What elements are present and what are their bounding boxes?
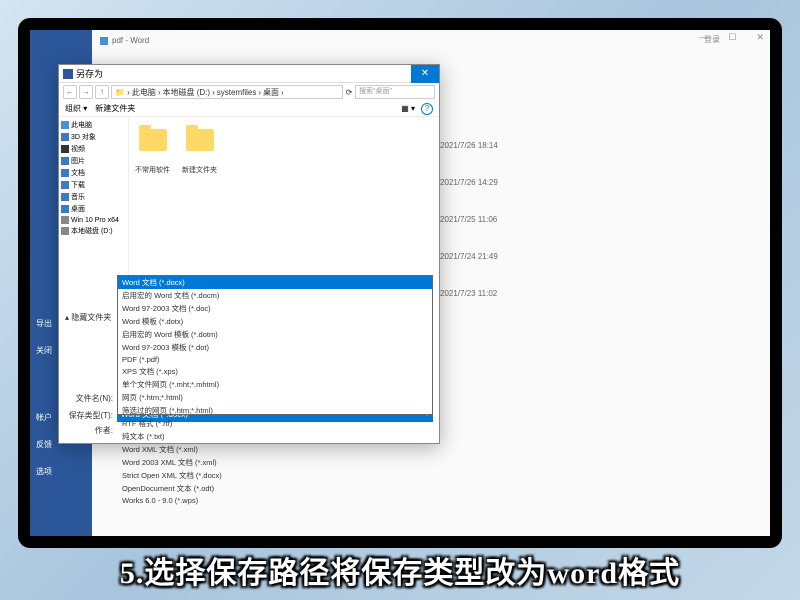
word-title: pdf - Word xyxy=(112,36,149,45)
tree-label: 下载 xyxy=(71,180,85,190)
tree-icon xyxy=(61,181,69,189)
filetype-option[interactable]: Strict Open XML 文档 (*.docx) xyxy=(118,469,432,482)
recent-item[interactable]: 2021/7/25 11:06 xyxy=(440,201,762,238)
breadcrumb-item[interactable]: systemfiles xyxy=(217,88,257,97)
dialog-toolbar: 组织 ▾ 新建文件夹 ▦ ▾ ? xyxy=(59,101,439,117)
tree-icon xyxy=(61,169,69,177)
tree-item[interactable]: 桌面 xyxy=(61,203,126,215)
tree-item[interactable]: 文档 xyxy=(61,167,126,179)
instruction-caption: 5.选择保存路径将保存类型改为word格式 xyxy=(0,548,800,592)
tree-item[interactable]: 下载 xyxy=(61,179,126,191)
word-icon xyxy=(63,69,73,79)
word-doc-icon xyxy=(100,37,108,45)
filetype-option[interactable]: Word 模板 (*.dotx) xyxy=(118,315,432,328)
new-folder-button[interactable]: 新建文件夹 xyxy=(95,103,135,114)
recent-item[interactable]: 2021/7/26 14:29 xyxy=(440,164,762,201)
tree-label: 此电脑 xyxy=(71,120,92,130)
breadcrumb-item[interactable]: 桌面 xyxy=(263,87,279,98)
minimize-button[interactable]: — xyxy=(695,32,712,43)
hide-folders-button[interactable]: ▴ 隐藏文件夹 xyxy=(65,312,111,323)
filetype-option[interactable]: 启用宏的 Word 模板 (*.dotm) xyxy=(118,328,432,341)
tree-item[interactable]: 图片 xyxy=(61,155,126,167)
breadcrumb-item[interactable]: 此电脑 xyxy=(132,87,156,98)
tree-item[interactable]: 本地磁盘 (D:) xyxy=(61,225,126,237)
refresh-button[interactable]: ⟳ xyxy=(345,88,353,97)
save-as-dialog: 另存为 ✕ ← → ↑ 📁 › 此电脑› 本地磁盘 (D:)› systemfi… xyxy=(58,64,440,444)
tree-icon xyxy=(61,193,69,201)
filetype-option[interactable]: Works 6.0 - 9.0 (*.wps) xyxy=(118,495,432,506)
filetype-option[interactable]: 启用宏的 Word 文档 (*.docm) xyxy=(118,289,432,302)
tree-icon xyxy=(61,121,69,129)
filetype-option[interactable]: 网页 (*.htm;*.html) xyxy=(118,391,432,404)
nav-back-button[interactable]: ← xyxy=(63,85,77,99)
recent-item[interactable]: 2021/7/24 21:49 xyxy=(440,238,762,275)
tree-label: 3D 对象 xyxy=(71,132,96,142)
folder-icon xyxy=(139,129,167,151)
tree-icon xyxy=(61,157,69,165)
sidebar-options[interactable]: 选项 xyxy=(30,458,92,485)
nav-up-button[interactable]: ↑ xyxy=(95,85,109,99)
filetype-option[interactable]: PDF (*.pdf) xyxy=(118,354,432,365)
view-button[interactable]: ▦ ▾ xyxy=(401,104,415,113)
recent-item[interactable]: 2021/7/23 11:02 xyxy=(440,275,762,312)
monitor-frame: 导出 关闭 帐户 反馈 选项 pdf - Word 登录 — ☐ ✕ 2021/… xyxy=(18,18,782,548)
folder-label: 新建文件夹 xyxy=(182,165,217,175)
filetype-option[interactable]: OpenDocument 文本 (*.odt) xyxy=(118,482,432,495)
help-button[interactable]: ? xyxy=(421,103,433,115)
folder-icon xyxy=(186,129,214,151)
dialog-nav: ← → ↑ 📁 › 此电脑› 本地磁盘 (D:)› systemfiles› 桌… xyxy=(59,83,439,101)
tree-item[interactable]: 音乐 xyxy=(61,191,126,203)
filetype-option[interactable]: Word 文档 (*.docx) xyxy=(118,276,432,289)
breadcrumb-item[interactable]: 本地磁盘 (D:) xyxy=(163,87,211,98)
tree-item[interactable]: 此电脑 xyxy=(61,119,126,131)
tree-item[interactable]: Win 10 Pro x64 xyxy=(61,215,126,225)
maximize-button[interactable]: ☐ xyxy=(724,32,740,43)
folder-item[interactable]: 不常用软件 xyxy=(135,123,170,175)
tree-icon xyxy=(61,227,69,235)
folder-label: 不常用软件 xyxy=(135,165,170,175)
tree-label: Win 10 Pro x64 xyxy=(71,217,119,224)
folder-item[interactable]: 新建文件夹 xyxy=(182,123,217,175)
tree-label: 本地磁盘 (D:) xyxy=(71,226,113,236)
filetype-option[interactable]: 单个文件网页 (*.mht;*.mhtml) xyxy=(118,378,432,391)
filetype-label: 保存类型(T): xyxy=(65,410,113,421)
recent-item[interactable]: 2021/7/26 18:14 xyxy=(440,127,762,164)
tree-label: 文档 xyxy=(71,168,85,178)
filetype-option[interactable]: XPS 文档 (*.xps) xyxy=(118,365,432,378)
filetype-option[interactable]: Word 2003 XML 文档 (*.xml) xyxy=(118,456,432,469)
dialog-title: 另存为 xyxy=(76,67,103,80)
window-controls: — ☐ ✕ xyxy=(695,32,768,43)
filename-label: 文件名(N): xyxy=(65,393,113,404)
dialog-titlebar: 另存为 ✕ xyxy=(59,65,439,83)
tree-label: 音乐 xyxy=(71,192,85,202)
filetype-option[interactable]: Word 97-2003 模板 (*.dot) xyxy=(118,341,432,354)
tree-label: 图片 xyxy=(71,156,85,166)
tree-item[interactable]: 3D 对象 xyxy=(61,131,126,143)
organize-button[interactable]: 组织 ▾ xyxy=(65,103,87,114)
tree-label: 桌面 xyxy=(71,204,85,214)
recent-files-list: 2021/7/26 18:14 2021/7/26 14:29 2021/7/2… xyxy=(440,127,762,312)
screen: 导出 关闭 帐户 反馈 选项 pdf - Word 登录 — ☐ ✕ 2021/… xyxy=(30,30,770,536)
dialog-close-button[interactable]: ✕ xyxy=(411,65,439,83)
filetype-option[interactable]: Word XML 文档 (*.xml) xyxy=(118,443,432,456)
breadcrumb-item[interactable]: 📁 › xyxy=(115,88,130,97)
filetype-option[interactable]: 筛选过的网页 (*.htm;*.html) xyxy=(118,404,432,417)
search-input[interactable]: 搜索"桌面" xyxy=(355,85,435,99)
word-titlebar: pdf - Word xyxy=(100,34,762,47)
tree-icon xyxy=(61,133,69,141)
filetype-option[interactable]: Word 97-2003 文档 (*.doc) xyxy=(118,302,432,315)
tree-icon xyxy=(61,216,69,224)
nav-forward-button[interactable]: → xyxy=(79,85,93,99)
filetype-option[interactable]: RTF 格式 (*.rtf) xyxy=(118,417,432,430)
tree-item[interactable]: 视频 xyxy=(61,143,126,155)
tree-icon xyxy=(61,145,69,153)
filetype-dropdown-list: Word 文档 (*.docx)启用宏的 Word 文档 (*.docm)Wor… xyxy=(117,275,433,415)
tree-label: 视频 xyxy=(71,144,85,154)
close-button[interactable]: ✕ xyxy=(752,32,768,43)
tree-icon xyxy=(61,205,69,213)
filetype-option[interactable]: 纯文本 (*.txt) xyxy=(118,430,432,443)
breadcrumb[interactable]: 📁 › 此电脑› 本地磁盘 (D:)› systemfiles› 桌面› xyxy=(111,85,343,99)
author-label: 作者: xyxy=(65,425,113,436)
